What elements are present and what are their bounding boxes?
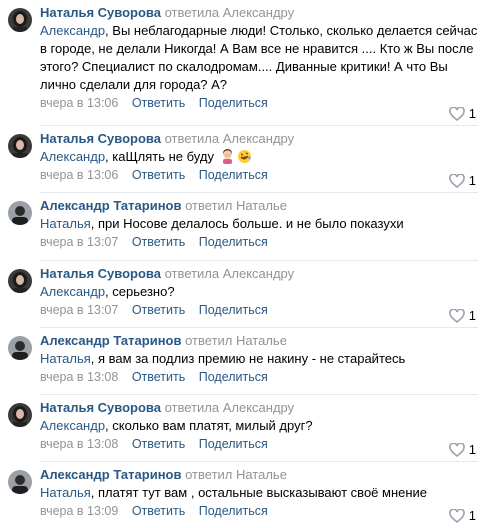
share-button[interactable]: Поделиться xyxy=(199,437,268,451)
like-button[interactable]: 1 xyxy=(448,508,476,523)
comment-text: Наталья, я вам за подлиз премию не накин… xyxy=(40,350,478,368)
reply-to-label[interactable]: ответила Александру xyxy=(165,5,295,20)
reply-to-label[interactable]: ответил Наталье xyxy=(185,333,287,348)
addressee-link[interactable]: Наталья xyxy=(40,216,91,231)
share-button[interactable]: Поделиться xyxy=(199,504,268,518)
like-button[interactable]: 1 xyxy=(448,173,476,188)
comment: Наталья Суворова ответила Александру Але… xyxy=(0,0,486,126)
comment-author[interactable]: Александр Татаринов xyxy=(40,467,181,482)
comment-body: , при Носове делалось больше. и не было … xyxy=(90,216,404,231)
avatar[interactable] xyxy=(8,336,32,360)
reply-button[interactable]: Ответить xyxy=(132,303,185,317)
comment-text: Александр, каЩлять не буду xyxy=(40,148,478,166)
rolling-laughing-emoji xyxy=(237,149,252,164)
share-button[interactable]: Поделиться xyxy=(199,370,268,384)
like-button[interactable]: 1 xyxy=(448,106,476,121)
comment-time[interactable]: вчера в 13:06 xyxy=(40,96,118,110)
reply-to-label[interactable]: ответила Александру xyxy=(165,266,295,281)
addressee-link[interactable]: Наталья xyxy=(40,485,91,500)
reply-to-label[interactable]: ответил Наталье xyxy=(185,198,287,213)
comment-body: , серьезно? xyxy=(105,284,175,299)
like-button[interactable]: 1 xyxy=(448,442,476,457)
reply-button[interactable]: Ответить xyxy=(132,168,185,182)
heart-icon xyxy=(448,508,465,523)
comment-text: Александр, сколько вам платят, милый дру… xyxy=(40,417,478,435)
like-count: 1 xyxy=(468,173,476,188)
comment: Александр Татаринов ответил Наталье Ната… xyxy=(0,462,486,528)
comment-text: Александр, серьезно? xyxy=(40,283,478,301)
share-button[interactable]: Поделиться xyxy=(199,303,268,317)
like-count: 1 xyxy=(468,308,476,323)
woman-avatar-icon xyxy=(8,134,32,158)
comment: Наталья Суворова ответила Александру Але… xyxy=(0,126,486,193)
comment-body: , Вы неблагодарные люди! Столько, скольк… xyxy=(40,23,478,92)
man-avatar-icon xyxy=(8,201,32,225)
heart-icon xyxy=(448,106,465,121)
comment: Наталья Суворова ответила Александру Але… xyxy=(0,395,486,462)
comment-text: Наталья, платят тут вам , остальные выск… xyxy=(40,484,478,502)
share-button[interactable]: Поделиться xyxy=(199,96,268,110)
avatar[interactable] xyxy=(8,201,32,225)
woman-facepalming-emoji xyxy=(220,149,235,164)
like-button[interactable]: 1 xyxy=(448,308,476,323)
comment-author[interactable]: Наталья Суворова xyxy=(40,5,161,20)
like-count: 1 xyxy=(468,106,476,121)
avatar[interactable] xyxy=(8,8,32,32)
heart-icon xyxy=(448,173,465,188)
heart-icon xyxy=(448,442,465,457)
woman-avatar-icon xyxy=(8,8,32,32)
addressee-link[interactable]: Наталья xyxy=(40,351,91,366)
comment-body: , платят тут вам , остальные высказывают… xyxy=(90,485,428,500)
comment: Наталья Суворова ответила Александру Але… xyxy=(0,261,486,328)
avatar[interactable] xyxy=(8,470,32,494)
comment-author[interactable]: Наталья Суворова xyxy=(40,266,161,281)
comment-time[interactable]: вчера в 13:07 xyxy=(40,235,118,249)
comment-body: , я вам за подлиз премию не накину - не … xyxy=(90,351,406,366)
comment-time[interactable]: вчера в 13:08 xyxy=(40,437,118,451)
comment-thread: Наталья Суворова ответила Александру Але… xyxy=(0,0,486,528)
comment-author[interactable]: Наталья Суворова xyxy=(40,131,161,146)
man-avatar-icon xyxy=(8,470,32,494)
avatar[interactable] xyxy=(8,134,32,158)
man-avatar-icon xyxy=(8,336,32,360)
addressee-link[interactable]: Александр xyxy=(40,149,105,164)
comment-author[interactable]: Наталья Суворова xyxy=(40,400,161,415)
reply-button[interactable]: Ответить xyxy=(132,96,185,110)
reply-button[interactable]: Ответить xyxy=(132,504,185,518)
comment-body: , каЩлять не буду xyxy=(105,149,214,164)
comment-time[interactable]: вчера в 13:09 xyxy=(40,504,118,518)
addressee-link[interactable]: Александр xyxy=(40,418,105,433)
addressee-link[interactable]: Александр xyxy=(40,23,105,38)
comment-author[interactable]: Александр Татаринов xyxy=(40,198,181,213)
like-count: 1 xyxy=(468,508,476,523)
comment-text: Александр, Вы неблагодарные люди! Стольк… xyxy=(40,22,478,94)
comment-text: Наталья, при Носове делалось больше. и н… xyxy=(40,215,478,233)
addressee-link[interactable]: Александр xyxy=(40,284,105,299)
comment: Александр Татаринов ответил Наталье Ната… xyxy=(0,193,486,261)
reply-button[interactable]: Ответить xyxy=(132,437,185,451)
avatar[interactable] xyxy=(8,269,32,293)
woman-avatar-icon xyxy=(8,269,32,293)
reply-to-label[interactable]: ответила Александру xyxy=(165,131,295,146)
comment: Александр Татаринов ответил Наталье Ната… xyxy=(0,328,486,395)
avatar[interactable] xyxy=(8,403,32,427)
comment-time[interactable]: вчера в 13:07 xyxy=(40,303,118,317)
share-button[interactable]: Поделиться xyxy=(199,168,268,182)
reply-to-label[interactable]: ответил Наталье xyxy=(185,467,287,482)
share-button[interactable]: Поделиться xyxy=(199,235,268,249)
like-count: 1 xyxy=(468,442,476,457)
comment-body: , сколько вам платят, милый друг? xyxy=(105,418,313,433)
reply-button[interactable]: Ответить xyxy=(132,235,185,249)
woman-avatar-icon xyxy=(8,403,32,427)
comment-time[interactable]: вчера в 13:06 xyxy=(40,168,118,182)
reply-to-label[interactable]: ответила Александру xyxy=(165,400,295,415)
comment-time[interactable]: вчера в 13:08 xyxy=(40,370,118,384)
heart-icon xyxy=(448,308,465,323)
comment-author[interactable]: Александр Татаринов xyxy=(40,333,181,348)
reply-button[interactable]: Ответить xyxy=(132,370,185,384)
